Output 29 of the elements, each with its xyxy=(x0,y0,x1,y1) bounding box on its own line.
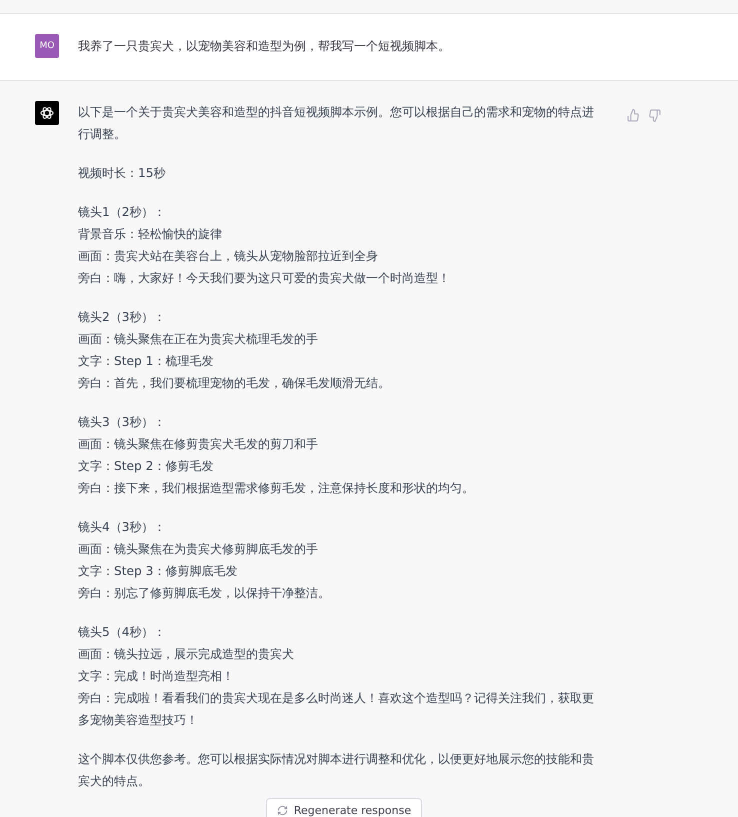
response-text: 画面：镜头聚焦在为贵宾犬修剪脚底毛发的手 xyxy=(78,541,319,558)
response-text: 旁白：首先，我们要梳理宠物的毛发，确保毛发顺滑无结。 xyxy=(78,375,391,392)
user-message: 我养了一只贵宾犬，以宠物美容和造型为例，帮我写一个短视频脚本。 xyxy=(78,38,450,55)
response-text: 画面：贵宾犬站在美容台上，镜头从宠物脸部拉近到全身 xyxy=(78,248,379,265)
response-text: 旁白：嗨，大家好！今天我们要为这只可爱的贵宾犬做一个时尚造型！ xyxy=(78,270,451,287)
response-text: 画面：镜头聚焦在修剪贵宾犬毛发的剪刀和手 xyxy=(78,436,319,453)
response-text: 旁白：别忘了修剪脚底毛发，以保持干净整洁。 xyxy=(78,585,331,602)
response-text: 镜头2（3秒）： xyxy=(78,309,167,326)
response-text: 镜头4（3秒）： xyxy=(78,519,167,536)
response-text: 旁白：完成啦！看看我们的贵宾犬现在是多么时尚迷人！喜欢这个造型吗？记得关注我们，获取更多宠物美容造型技巧！ xyxy=(78,690,594,729)
response-text: 镜头5（4秒）： xyxy=(78,624,167,641)
response-text: 文字：Step 2：修剪毛发 xyxy=(78,458,214,475)
response-text: 画面：镜头聚焦在正在为贵宾犬梳理毛发的手 xyxy=(78,331,319,348)
thumbs-down-icon[interactable] xyxy=(648,109,661,122)
thumbs-up-icon[interactable] xyxy=(627,109,640,122)
response-text: 画面：镜头拉远，展示完成造型的贵宾犬 xyxy=(78,646,295,663)
response-text: 镜头1（2秒）： xyxy=(78,204,167,221)
regenerate-button[interactable]: Regenerate response xyxy=(266,798,422,817)
response-text: 文字：Step 3：修剪脚底毛发 xyxy=(78,563,238,580)
response-text: 这个脚本仅供您参考。您可以根据实际情况对脚本进行调整和优化，以便更好地展示您的技能和贵宾犬的特点。 xyxy=(78,751,594,790)
response-text: 以下是一个关于贵宾犬美容和造型的抖音短视频脚本示例。您可以根据自己的需求和宠物的特点进行调整。 xyxy=(78,104,594,143)
response-text: 镜头3（3秒）： xyxy=(78,414,167,431)
response-text: 视频时长：15秒 xyxy=(78,165,167,182)
response-text: 背景音乐：轻松愉快的旋律 xyxy=(78,226,223,243)
response-text: 文字：完成！时尚造型亮相！ xyxy=(78,668,235,685)
refresh-icon xyxy=(276,805,288,816)
response-text: 文字：Step 1：梳理毛发 xyxy=(78,353,214,370)
user-avatar: MO xyxy=(35,34,59,58)
response-text: 旁白：接下来，我们根据造型需求修剪毛发，注意保持长度和形状的均匀。 xyxy=(78,480,475,497)
